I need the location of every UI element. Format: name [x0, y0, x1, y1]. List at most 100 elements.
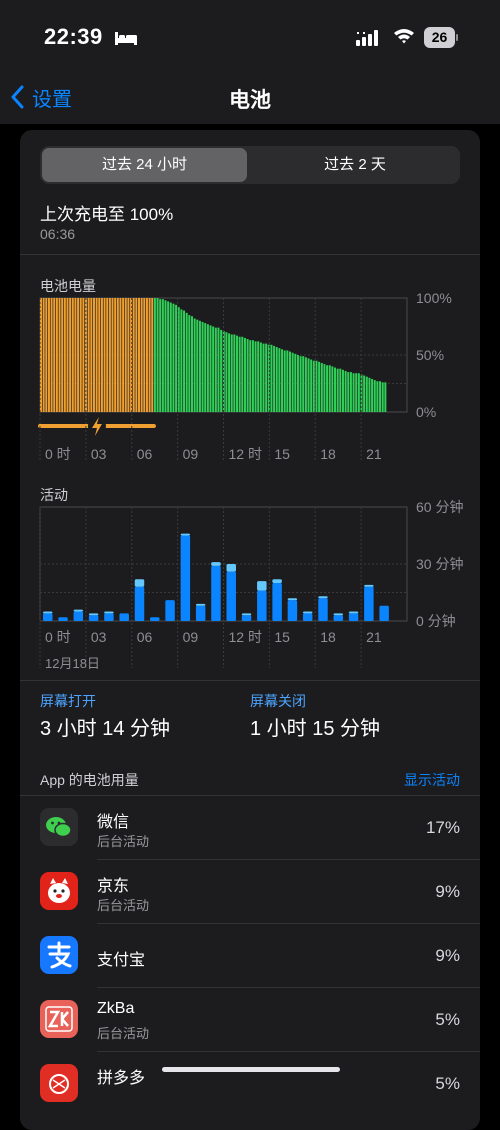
charging-bar: [132, 298, 135, 412]
screen-off-bar: [88, 613, 99, 616]
screen-on-bar: [88, 615, 99, 621]
battery-bar: [175, 304, 178, 412]
app-percentage: 9%: [435, 882, 460, 901]
battery-bar: [201, 321, 204, 412]
battery-bar: [328, 365, 331, 412]
battery-bar: [188, 315, 191, 412]
screen-on-bar: [287, 600, 298, 621]
battery-bar: [230, 334, 233, 412]
wechat-icon: [40, 808, 78, 846]
battery-bar: [204, 323, 207, 412]
app-subtitle: 后台活动: [97, 834, 150, 849]
battery-bar: [294, 353, 297, 412]
battery-bar: [233, 334, 236, 412]
screen-off-value: 1 小时 15 分钟: [250, 718, 381, 740]
screen-on-bar: [195, 605, 206, 621]
battery-bar: [275, 347, 278, 412]
battery-bar: [304, 357, 307, 412]
x-tick-label: 21: [366, 629, 382, 645]
screen-on-bar: [226, 571, 236, 621]
screen-off-bar: [302, 611, 313, 614]
divider: [20, 680, 480, 681]
charging-bar: [47, 298, 50, 412]
battery-bar: [273, 345, 276, 412]
x-tick-label: 06: [137, 446, 153, 462]
charging-bar: [74, 298, 77, 412]
battery-bar: [365, 376, 368, 412]
battery-bar: [326, 365, 329, 412]
battery-bar: [169, 302, 172, 412]
battery-bar: [172, 303, 175, 412]
screen-off-bar: [43, 611, 53, 614]
screen-off-bar: [318, 596, 328, 599]
app-name: 微信: [97, 814, 130, 831]
battery-bar: [198, 320, 201, 412]
zkba-icon: [40, 1000, 78, 1038]
battery-bar: [299, 356, 302, 412]
screen-on-bar: [272, 583, 282, 621]
app-subtitle: 后台活动: [97, 1026, 150, 1041]
battery-bar: [286, 350, 289, 412]
app-row-zkba[interactable]: ZkBa 后台活动 5%: [20, 988, 480, 1052]
charging-bar: [145, 298, 148, 412]
battery-bar: [344, 370, 347, 412]
y-tick-label: 0 分钟: [416, 613, 456, 629]
battery-bar: [296, 355, 299, 412]
battery-bar: [193, 318, 196, 412]
battery-bar: [288, 351, 291, 412]
battery-bar: [355, 373, 358, 412]
screen-on-bar: [119, 613, 129, 621]
battery-bar: [302, 356, 305, 412]
battery-bar: [334, 367, 337, 412]
screen-on-bar: [379, 605, 389, 621]
screen-off-bar: [226, 564, 236, 572]
x-tick-label: 09: [183, 629, 199, 645]
battery-bar: [371, 378, 374, 412]
charging-bar: [90, 298, 93, 412]
app-row-jd[interactable]: 京东 后台活动 9%: [20, 860, 480, 924]
x-tick-label: 21: [366, 446, 382, 462]
screen-on-bar: [302, 613, 313, 621]
charging-bar: [114, 298, 117, 412]
x-tick-label: 15: [274, 446, 290, 462]
charging-bar: [50, 298, 53, 412]
charging-bar: [124, 298, 127, 412]
battery-bar: [238, 336, 241, 412]
charging-bar: [42, 298, 45, 412]
screen-off-bar: [257, 581, 267, 591]
y-tick-label: 60 分钟: [416, 499, 463, 515]
battery-bar: [384, 382, 387, 412]
battery-bar: [281, 349, 284, 412]
battery-bar: [159, 299, 162, 412]
screen-on-bar: [104, 613, 114, 621]
screen-on-bar: [180, 535, 191, 621]
screen-off-bar: [104, 611, 114, 614]
battery-bar: [156, 298, 159, 412]
battery-bar: [190, 316, 193, 412]
date-label: 12月18日: [45, 656, 100, 671]
battery-bar: [336, 368, 339, 412]
charging-bar: [53, 298, 56, 412]
x-tick-label: 12 时: [229, 446, 262, 462]
battery-bar: [212, 326, 215, 412]
app-row-wechat[interactable]: 微信 后台活动 17%: [20, 796, 480, 860]
charging-bar: [95, 298, 98, 412]
charging-bar: [140, 298, 143, 412]
battery-bar: [241, 336, 244, 412]
charging-bar: [119, 298, 122, 412]
jd-icon: [40, 872, 78, 910]
battery-bar: [310, 359, 313, 412]
charging-bar: [122, 298, 125, 412]
battery-bar: [278, 348, 281, 412]
battery-bar: [206, 324, 209, 412]
app-row-alipay[interactable]: 支付宝 9%: [20, 924, 480, 988]
screen-on-bar: [257, 590, 267, 621]
battery-bar: [257, 341, 260, 412]
battery-bar: [209, 325, 212, 412]
charging-bar: [108, 298, 111, 412]
app-row-pinduoduo[interactable]: 拼多多 5%: [20, 1052, 480, 1116]
show-activity-link[interactable]: 显示活动: [404, 770, 460, 790]
battery-bar: [161, 299, 164, 412]
pinduoduo-icon: [40, 1064, 78, 1102]
battery-bar: [312, 360, 315, 412]
